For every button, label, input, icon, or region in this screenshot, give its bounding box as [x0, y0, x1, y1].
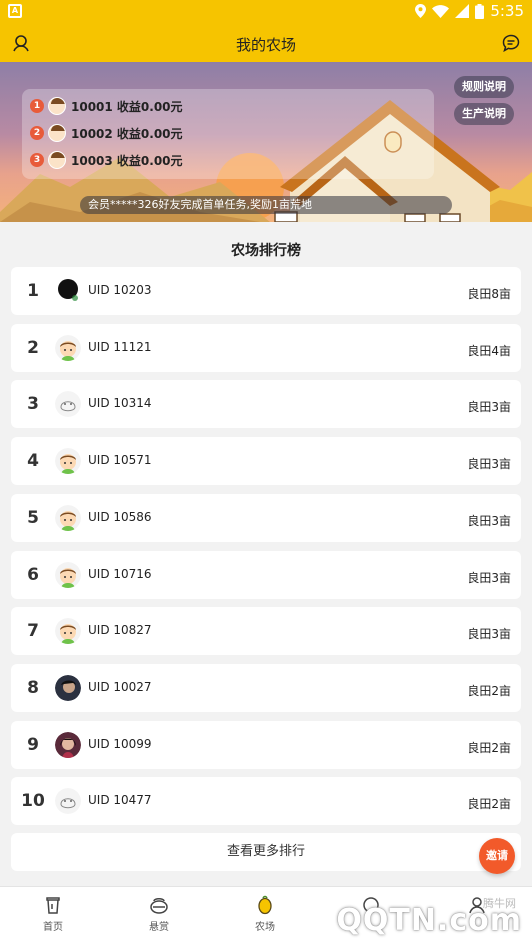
location-icon [415, 4, 427, 18]
rank-number: 4 [27, 451, 39, 472]
table-row[interactable]: 6 UID 10716 良田3亩 [11, 550, 521, 599]
user-uid: UID 10716 [88, 566, 152, 581]
rank-badge: 1 [30, 99, 44, 113]
table-row[interactable]: 5 UID 10586 良田3亩 [11, 493, 521, 542]
avatar [55, 731, 81, 758]
production-info-button[interactable]: 生产说明 [454, 103, 514, 125]
land-amount: 良田3亩 [467, 627, 511, 642]
land-amount: 良田2亩 [467, 740, 511, 755]
rank-number: 6 [27, 564, 39, 585]
watermark: 腾牛网 QQTN.com [326, 893, 526, 941]
rank-number: 8 [27, 677, 39, 698]
table-row[interactable]: 10 UID 10477 良田2亩 [11, 777, 521, 826]
user-uid: UID 11121 [88, 339, 152, 354]
avatar [55, 278, 81, 304]
leaderboard-title: 农场排行榜 [231, 243, 301, 259]
user-uid: UID 10571 [88, 453, 152, 468]
status-icons: 5:35 [415, 2, 524, 20]
avatar [55, 334, 81, 361]
signal-icon [455, 4, 470, 18]
avatar [55, 788, 81, 815]
tab-label: 农场 [255, 922, 275, 933]
land-amount: 良田4亩 [467, 343, 511, 358]
user-uid: UID 10203 [88, 283, 152, 297]
table-row[interactable]: 8 UID 10027 良田2亩 [11, 663, 521, 712]
land-amount: 良田3亩 [467, 570, 511, 585]
user-uid: UID 10027 [88, 679, 152, 694]
rank-number: 5 [27, 507, 39, 528]
tab-home[interactable]: 首页 [0, 895, 106, 933]
rank-number: 10 [21, 791, 45, 812]
land-amount: 良田3亩 [467, 457, 511, 472]
table-row[interactable]: 7 UID 10827 良田3亩 [11, 607, 521, 656]
invite-button[interactable]: 邀请 [479, 838, 515, 874]
land-amount: 良田8亩 [467, 287, 511, 301]
user-uid: UID 10099 [88, 736, 152, 751]
page-title: 我的农场 [235, 36, 296, 54]
top-earner-row: 3 10003 收益0.00元 [30, 151, 183, 169]
avatar [55, 391, 81, 418]
avatar [55, 674, 81, 701]
announcement-marquee: 会员*****326好友完成首单任务,奖励1亩荒地 [80, 196, 452, 214]
avatar [55, 561, 81, 588]
battery-icon [475, 3, 485, 19]
land-amount: 良田2亩 [467, 797, 511, 812]
table-row[interactable]: 9 UID 10099 良田2亩 [11, 720, 521, 769]
table-row[interactable]: 1 UID 10203 良田8亩 [11, 267, 521, 315]
rank-number: 9 [27, 734, 39, 755]
rank-number: 7 [27, 621, 39, 642]
user-uid: UID 10586 [88, 509, 152, 524]
land-amount: 良田3亩 [467, 513, 511, 528]
user-uid: UID 10477 [88, 793, 152, 808]
home-icon [46, 897, 60, 914]
tab-label: 首页 [43, 922, 63, 933]
table-row[interactable]: 4 UID 10571 良田3亩 [11, 437, 521, 486]
tab-farm[interactable]: 农场 [212, 895, 318, 933]
user-uid: UID 10827 [88, 623, 152, 638]
avatar [55, 618, 81, 645]
land-amount: 良田3亩 [467, 400, 511, 415]
clock: 5:35 [490, 2, 524, 20]
tab-reward[interactable]: 悬赏 [106, 895, 212, 933]
avatar [55, 504, 81, 531]
message-icon[interactable] [502, 34, 520, 56]
land-amount: 良田2亩 [467, 683, 511, 698]
wifi-icon [432, 4, 450, 18]
table-row[interactable]: 2 UID 11121 良田4亩 [11, 323, 521, 372]
rank-number: 3 [27, 394, 39, 415]
rank-number: 1 [27, 281, 39, 301]
tab-label: 悬赏 [149, 922, 169, 933]
avatar [48, 97, 66, 115]
farm-icon [258, 895, 272, 915]
avatar [55, 448, 81, 475]
top-earner-row: 1 10001 收益0.00元 [30, 97, 183, 115]
top-earner-text: 10003 收益0.00元 [71, 153, 183, 168]
avatar [48, 151, 66, 169]
more-ranking-button[interactable]: 查看更多排行 [11, 833, 521, 871]
top-earner-text: 10001 收益0.00元 [71, 99, 183, 114]
app-bar: 我的农场 [0, 24, 532, 62]
reward-icon [150, 898, 168, 914]
watermark-logo: QQTN.com [336, 903, 522, 938]
table-row[interactable]: 3 UID 10314 良田3亩 [11, 380, 521, 429]
rank-number: 2 [27, 337, 39, 358]
user-uid: UID 10314 [88, 396, 152, 411]
rank-badge: 2 [30, 126, 44, 140]
rank-badge: 3 [30, 153, 44, 167]
avatar [48, 124, 66, 142]
notification-icon: A [8, 4, 22, 18]
top-earners-card: 1 10001 收益0.00元 2 10002 收益0.00元 3 10003 … [22, 89, 434, 179]
status-bar: A 5:35 [0, 0, 532, 24]
rules-button[interactable]: 规则说明 [454, 76, 514, 98]
top-earner-text: 10002 收益0.00元 [71, 126, 183, 141]
top-earner-row: 2 10002 收益0.00元 [30, 124, 183, 142]
farm-banner: 1 10001 收益0.00元 2 10002 收益0.00元 3 10003 … [0, 62, 532, 222]
